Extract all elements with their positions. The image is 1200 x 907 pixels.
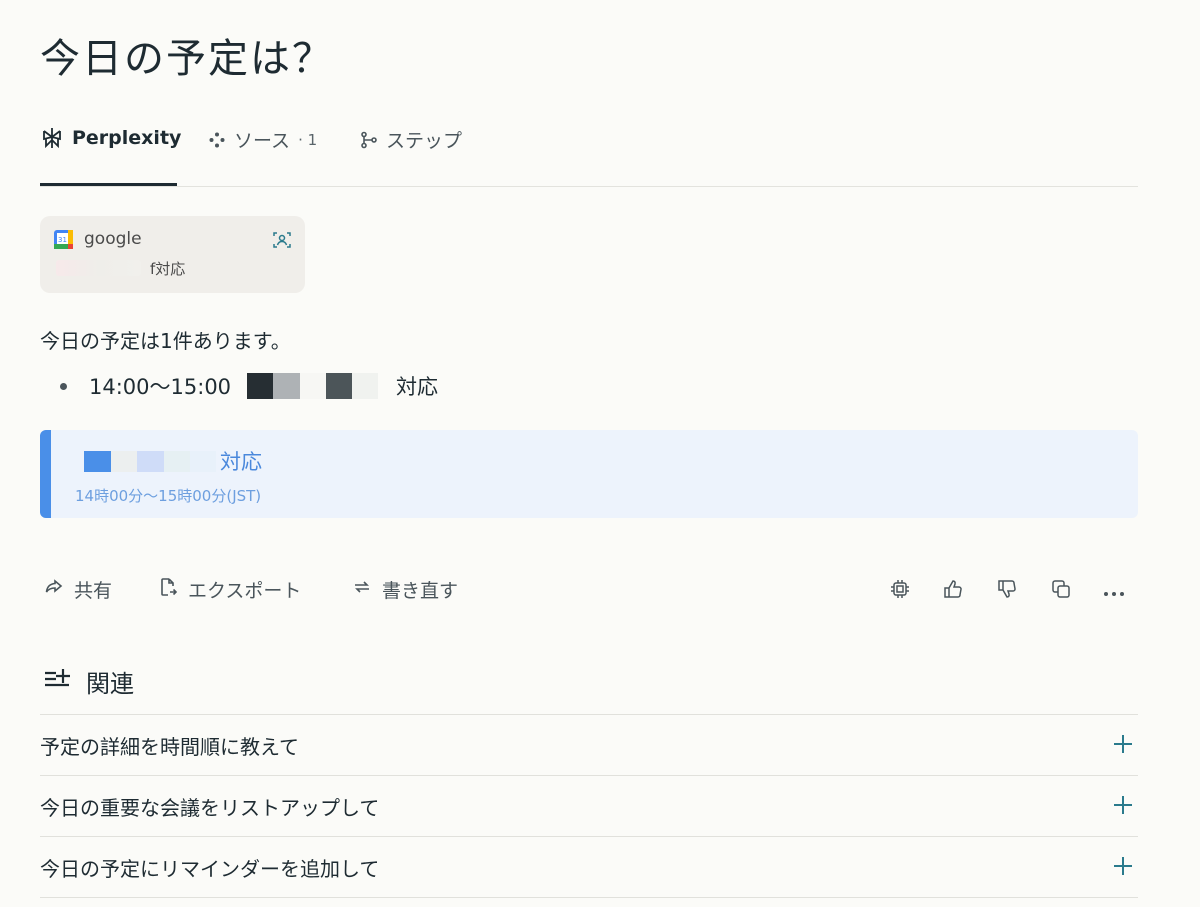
share-label: 共有 — [74, 580, 113, 602]
perplexity-logo-icon — [40, 126, 64, 150]
share-icon — [44, 577, 64, 602]
related-item[interactable]: 今日の予定にリマインダーを追加して — [40, 836, 1138, 898]
thumbs-up-button[interactable] — [940, 578, 966, 604]
bullet-dot — [60, 382, 67, 390]
answer-tabs: Perplexity ソース · 1 ステップ — [40, 126, 1138, 187]
source-name: google — [84, 229, 142, 249]
thumbs-down-icon — [997, 579, 1017, 603]
sources-icon — [208, 131, 226, 149]
related-item-text: 今日の重要な会議をリストアップして — [40, 796, 380, 820]
chip-icon — [890, 579, 910, 603]
export-icon — [158, 577, 178, 602]
redacted-block — [300, 373, 327, 399]
source-snippet: f対応 — [150, 260, 186, 278]
related-item-text: 今日の予定にリマインダーを追加して — [40, 857, 380, 881]
tab-sources[interactable]: ソース · 1 — [208, 126, 317, 153]
redacted-block — [352, 373, 379, 399]
more-options-button[interactable] — [1101, 578, 1127, 604]
export-label: エクスポート — [188, 580, 302, 602]
related-heading-label: 関連 — [86, 670, 134, 698]
redacted-block — [164, 450, 190, 472]
tab-perplexity[interactable]: Perplexity — [40, 126, 181, 150]
redacted-block — [84, 450, 111, 472]
bullet-suffix: 対応 — [396, 375, 439, 399]
calendar-event-card[interactable]: 対応 14時00分〜15時00分(JST) — [40, 430, 1138, 518]
event-time: 14時00分〜15時00分(JST) — [75, 487, 262, 505]
plus-icon[interactable] — [1112, 855, 1134, 877]
copy-icon — [1051, 579, 1071, 603]
thumbs-down-button[interactable] — [994, 578, 1020, 604]
tab-perplexity-label: Perplexity — [72, 127, 182, 149]
event-bullet: 14:00〜15:00 対応 — [60, 371, 438, 401]
related-item[interactable]: 予定の詳細を時間順に教えて — [40, 714, 1138, 775]
redacted-block — [111, 450, 137, 472]
export-button[interactable]: エクスポート — [158, 576, 301, 603]
redacted-block — [190, 450, 216, 472]
answer-intro: 今日の予定は1件あります。 — [40, 329, 291, 353]
share-button[interactable]: 共有 — [44, 576, 112, 603]
google-calendar-icon: 31 — [54, 230, 73, 249]
tab-sources-count: · 1 — [298, 130, 318, 149]
rewrite-icon — [352, 577, 372, 602]
answer-actions: 共有 エクスポート 書き直す — [40, 570, 1138, 610]
active-tab-indicator — [40, 183, 177, 186]
rewrite-label: 書き直す — [382, 580, 459, 602]
rewrite-button[interactable]: 書き直す — [352, 576, 458, 603]
steps-icon — [360, 131, 378, 149]
redacted-block — [137, 450, 164, 472]
related-list: 予定の詳細を時間順に教えて 今日の重要な会議をリストアップして 今日の予定にリマ… — [40, 714, 1138, 898]
redacted-block — [326, 373, 353, 399]
model-chip-button[interactable] — [887, 578, 913, 604]
redacted-block — [247, 373, 274, 399]
related-heading: 関連 — [44, 664, 134, 699]
plus-icon[interactable] — [1112, 733, 1134, 755]
bullet-time: 14:00〜15:00 — [89, 375, 232, 399]
event-title-text: 対応 — [220, 450, 262, 474]
page-title: 今日の予定は？ — [40, 36, 334, 82]
tab-steps-label: ステップ — [386, 130, 463, 152]
tab-steps[interactable]: ステップ — [360, 126, 462, 153]
related-item-text: 予定の詳細を時間順に教えて — [40, 735, 299, 759]
plus-icon[interactable] — [1112, 794, 1134, 816]
tab-sources-label: ソース — [234, 130, 291, 152]
redacted-text — [56, 260, 141, 276]
scan-person-icon[interactable] — [272, 230, 292, 254]
event-title: 対応 — [84, 446, 262, 476]
related-item[interactable]: 今日の重要な会議をリストアップして — [40, 775, 1138, 836]
event-accent-bar — [40, 430, 51, 518]
source-card[interactable]: 31 google f対応 — [40, 216, 305, 293]
related-list-icon — [44, 668, 70, 696]
svg-text:31: 31 — [58, 236, 67, 244]
more-icon — [1103, 582, 1125, 601]
thumbs-up-icon — [943, 579, 963, 603]
copy-button[interactable] — [1048, 578, 1074, 604]
redacted-block — [273, 373, 301, 399]
